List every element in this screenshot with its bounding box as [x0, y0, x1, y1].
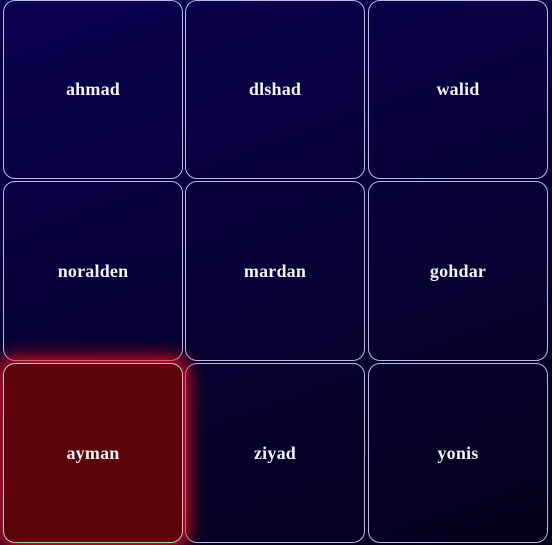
tile-dlshad[interactable]: dlshad	[185, 0, 365, 179]
tile-label: ahmad	[65, 79, 120, 99]
tile-yonis[interactable]: yonis	[368, 363, 548, 543]
tile-label: mardan	[243, 260, 307, 281]
name-grid: ahmad dlshad walid noralden mardan gohda…	[0, 0, 552, 545]
tile-label: ziyad	[253, 442, 296, 463]
tile-ziyad[interactable]: ziyad	[185, 363, 365, 543]
tile-label: dlshad	[248, 79, 302, 99]
tile-ahmad[interactable]: ahmad	[3, 0, 183, 179]
tile-noralden[interactable]: noralden	[3, 181, 183, 361]
tile-walid[interactable]: walid	[368, 0, 548, 179]
tile-label: yonis	[437, 442, 479, 463]
tile-gohdar[interactable]: gohdar	[368, 181, 548, 361]
tile-label: noralden	[57, 260, 129, 281]
tile-mardan[interactable]: mardan	[185, 181, 365, 361]
tile-ayman-selected[interactable]: ayman	[3, 363, 183, 543]
tile-label: ayman	[66, 442, 120, 463]
tile-label: gohdar	[429, 260, 487, 281]
tile-label: walid	[436, 79, 480, 99]
